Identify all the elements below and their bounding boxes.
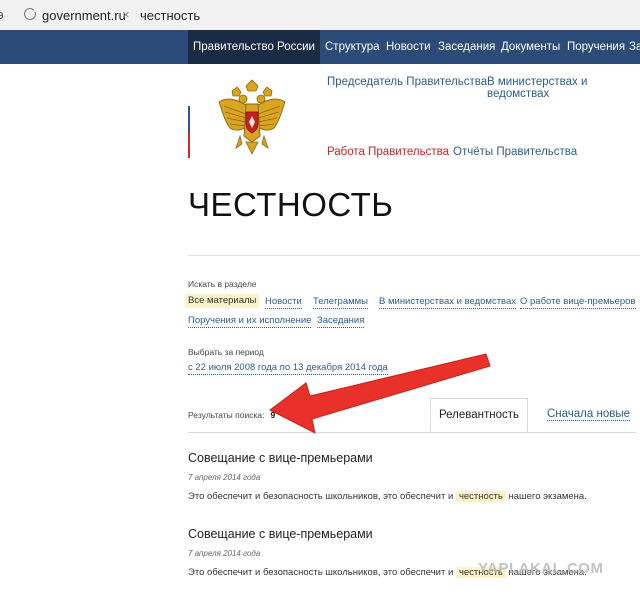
reload-icon[interactable] <box>24 7 39 20</box>
filter-chip-ministries[interactable]: В министерствах и ведомствах <box>379 296 517 309</box>
filter-chip-orders[interactable]: Поручения и их исполнение <box>188 315 312 328</box>
flag-strip <box>188 80 190 158</box>
filter-chip-meetings[interactable]: Заседания <box>317 315 365 328</box>
subnav-reports[interactable]: Отчёты Правительства <box>453 146 577 158</box>
coat-of-arms-icon[interactable] <box>216 78 288 158</box>
close-icon[interactable]: × <box>122 7 130 22</box>
tab-fragment: э <box>0 7 4 22</box>
section-filter-label: Искать в разделе <box>188 279 257 289</box>
divider <box>188 255 640 256</box>
subnav-work[interactable]: Работа Правительства <box>327 146 449 158</box>
watermark: YAPLAKAL.COM <box>478 560 604 577</box>
result-title[interactable]: Совещание с вице-премьерами <box>188 451 373 465</box>
period-filter-label: Выбрать за период <box>188 347 264 357</box>
tab-newest-first[interactable]: Сначала новые <box>547 408 631 421</box>
nav-item-meetings[interactable]: Заседания <box>438 30 495 64</box>
results-number: 9 <box>270 410 276 420</box>
result-title[interactable]: Совещание с вице-премьерами <box>188 527 373 541</box>
nav-item-structure[interactable]: Структура <box>325 30 380 64</box>
results-count: Результаты поиска: 9 <box>188 410 275 420</box>
nav-item-more[interactable]: За <box>629 30 640 64</box>
browser-address-bar: э government.ru × честность <box>0 0 640 31</box>
filter-chip-vice-premiers[interactable]: О работе вице-премьеров <box>520 296 636 309</box>
address-url[interactable]: government.ru <box>42 8 126 23</box>
nav-item-orders[interactable]: Поручения <box>567 30 625 64</box>
subnav-ministries[interactable]: В министерствах и ведомствах <box>487 76 640 100</box>
result-snippet: Это обеспечит и безопасность школьников,… <box>188 491 587 502</box>
filter-chip-all[interactable]: Все материалы <box>185 294 260 308</box>
result-date: 7 апреля 2014 года <box>188 549 261 558</box>
filter-chip-news[interactable]: Новости <box>265 296 302 309</box>
filter-chip-telegrams[interactable]: Телеграммы <box>313 296 368 309</box>
nav-item-documents[interactable]: Документы <box>501 30 560 64</box>
result-date: 7 апреля 2014 года <box>188 473 261 482</box>
subnav-chairman[interactable]: Председатель Правительства <box>327 76 487 88</box>
search-query-text[interactable]: честность <box>140 8 200 23</box>
top-navigation: Правительство России Структура Новости З… <box>0 30 640 64</box>
nav-item-news[interactable]: Новости <box>386 30 431 64</box>
search-highlight: честность <box>455 491 506 502</box>
tabs-divider <box>188 432 636 433</box>
results-label: Результаты поиска: <box>188 410 265 420</box>
tab-relevance[interactable]: Релевантность <box>430 398 528 432</box>
page-title: ЧЕСТНОСТЬ <box>188 186 394 223</box>
nav-brand-government[interactable]: Правительство России <box>188 30 320 64</box>
period-filter-value[interactable]: с 22 июля 2008 года по 13 декабря 2014 г… <box>188 362 388 375</box>
